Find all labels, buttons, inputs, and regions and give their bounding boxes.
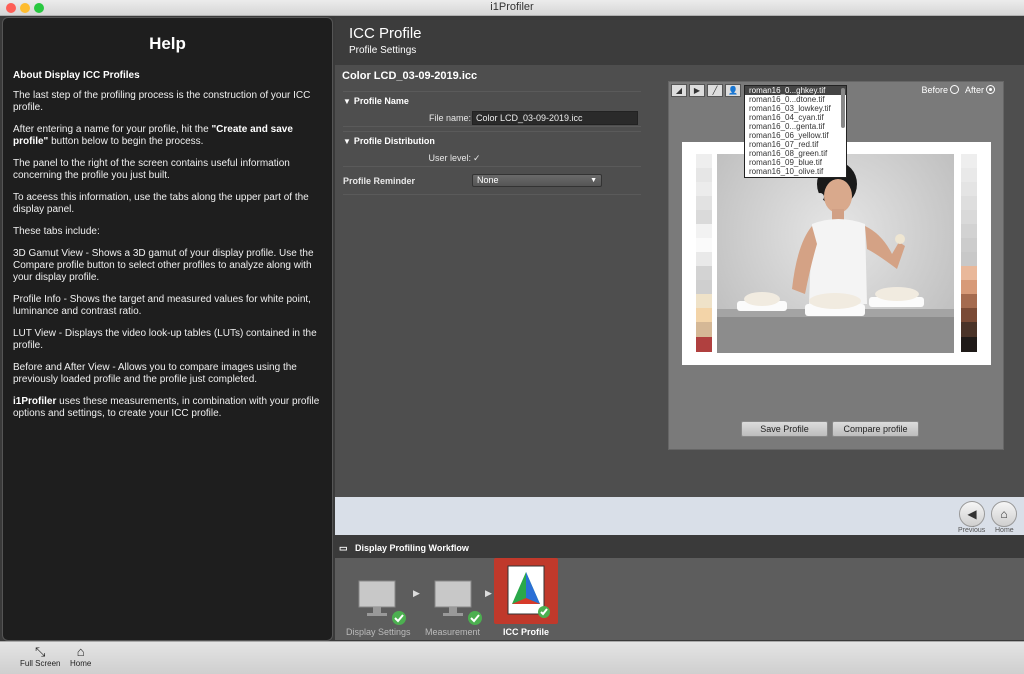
image-option[interactable]: roman16_08_green.tif [745, 149, 846, 158]
file-name-input[interactable]: Color LCD_03-09-2019.icc [472, 111, 638, 125]
page-subtitle: Profile Settings [349, 45, 417, 56]
bottom-toolbar: ⤡ Full Screen ⌂ Home [0, 641, 1024, 674]
after-label: After [964, 85, 984, 95]
help-section-title: About Display ICC Profiles [13, 70, 140, 81]
navigation-bar [335, 497, 1024, 535]
profile-settings: ▼ Profile Name File name: Color LCD_03-09… [343, 87, 641, 195]
before-label: Before [921, 85, 948, 95]
image-option[interactable]: roman16_10_olive.tif [745, 167, 846, 176]
step-measurement[interactable] [425, 566, 487, 626]
gamut-view-tab[interactable]: ◢ [671, 84, 687, 97]
help-paragraph: LUT View - Displays the video look-up ta… [13, 328, 317, 351]
save-profile-button[interactable]: Save Profile [741, 421, 828, 437]
fullscreen-icon: ⤡ [35, 644, 46, 659]
home-icon: ⌂ [76, 644, 85, 659]
profile-info-tab[interactable]: ▶ [689, 84, 705, 97]
step-display-settings[interactable] [349, 566, 411, 626]
image-option[interactable]: roman16_09_blue.tif [745, 158, 846, 167]
workflow-header: ▭ Display Profiling Workflow [335, 538, 1024, 558]
workflow-title: Display Profiling Workflow [355, 543, 469, 553]
image-option[interactable]: roman16_04_cyan.tif [745, 113, 846, 122]
help-panel: Help About Display ICC Profiles The last… [2, 17, 333, 641]
display-settings-icon [358, 580, 406, 625]
profile-reminder-label: Profile Reminder [343, 176, 416, 186]
image-option[interactable]: roman16_03_lowkey.tif [745, 104, 846, 113]
grayscale-strip [696, 154, 712, 353]
help-paragraph: The last step of the profiling process i… [13, 90, 311, 113]
monitor-icon: ▭ [339, 543, 348, 553]
page-title: ICC Profile [349, 25, 422, 42]
home-button[interactable]: ⌂ Home [70, 644, 92, 669]
help-title: Help [149, 34, 186, 53]
user-level-row: User level: ✓ [343, 149, 641, 167]
home-label: Home [70, 659, 92, 668]
image-option[interactable]: roman16_0...ghkey.tif [745, 86, 846, 95]
image-option[interactable]: roman16_06_yellow.tif [745, 131, 846, 140]
before-after-toggle: Before After [921, 85, 999, 95]
page-header: ICC Profile Profile Settings [335, 17, 1024, 65]
step-arrow-icon: ▶ [485, 588, 492, 598]
disclosure-triangle-icon: ▼ [343, 97, 351, 106]
portrait-illustration [717, 162, 954, 353]
previous-label: Previous [958, 527, 986, 534]
step-label-icc-profile: ICC Profile [503, 627, 550, 637]
image-select-dropdown[interactable]: roman16_0...ghkey.tif roman16_0...dtone.t… [744, 85, 847, 178]
lut-view-tab[interactable]: ╱ [707, 84, 723, 97]
image-option[interactable]: roman16_07_red.tif [745, 140, 846, 149]
color-strip [961, 154, 977, 353]
help-paragraph: The panel to the right of the screen con… [13, 158, 290, 181]
user-level-label: User level: [428, 153, 471, 163]
step-label-display-settings: Display Settings [346, 627, 411, 637]
help-paragraph: Profile Info - Shows the target and meas… [13, 294, 311, 317]
step-icc-profile[interactable] [494, 558, 558, 624]
profile-name-section[interactable]: ▼ Profile Name [343, 91, 641, 109]
arrow-left-icon: ◀ [967, 507, 977, 521]
full-screen-button[interactable]: ⤡ Full Screen [20, 644, 61, 669]
before-after-tab[interactable]: 👤 [725, 84, 741, 97]
home-icon: ⌂ [1000, 507, 1008, 521]
after-radio[interactable] [986, 85, 995, 94]
main-content: Color LCD_03-09-2019.icc ▼ Profile Name F… [335, 65, 1024, 497]
image-option[interactable]: roman16_0...dtone.tif [745, 95, 846, 104]
home-nav-label: Home [995, 527, 1014, 534]
step-arrow-icon: ▶ [413, 588, 420, 598]
workflow-steps: ▶ ▶ Display Settings Measurement ICC Pro… [335, 558, 1024, 640]
window-title: i1Profiler [490, 1, 534, 13]
file-name-label: File name: [428, 113, 471, 123]
title-bar: i1Profiler [0, 0, 1024, 16]
help-paragraph: To aceess this information, use the tabs… [13, 192, 309, 215]
help-paragraph: After entering a name for your profile, … [13, 124, 293, 147]
image-option[interactable]: roman16_0...genta.tif [745, 122, 846, 131]
full-screen-label: Full Screen [20, 659, 61, 668]
user-level-checkbox[interactable]: ✓ [473, 149, 481, 167]
profile-distribution-section[interactable]: ▼ Profile Distribution [343, 131, 641, 149]
chevron-down-icon: ▼ [590, 177, 597, 184]
help-paragraph: i1Profiler uses these measurements, in c… [13, 396, 320, 419]
portrait-photo [717, 154, 954, 353]
compare-profile-button[interactable]: Compare profile [832, 421, 919, 437]
viewer-tabs: ◢ ▶ ╱ 👤 [671, 84, 743, 98]
help-paragraph: 3D Gamut View - Shows a 3D gamut of your… [13, 248, 314, 283]
profile-filename-title: Color LCD_03-09-2019.icc [342, 70, 478, 82]
disclosure-triangle-icon: ▼ [343, 137, 351, 146]
step-label-measurement: Measurement [425, 627, 481, 637]
icc-profile-icon [507, 565, 550, 618]
dropdown-scrollbar[interactable] [841, 88, 845, 128]
before-after-viewer: ◢ ▶ ╱ 👤 Before After roman16_0...ghkey.tif r… [668, 81, 1004, 450]
previous-button[interactable]: ◀ [959, 501, 985, 527]
profile-reminder-row: Profile Reminder None ▼ [343, 167, 641, 195]
file-name-row: File name: Color LCD_03-09-2019.icc [343, 109, 641, 127]
help-paragraph: These tabs include: [13, 226, 100, 237]
profile-reminder-select[interactable]: None ▼ [472, 174, 602, 187]
home-nav-button[interactable]: ⌂ [991, 501, 1017, 527]
help-paragraph: Before and After View - Allows you to co… [13, 362, 297, 385]
before-radio[interactable] [949, 85, 959, 94]
measurement-icon [434, 580, 482, 625]
